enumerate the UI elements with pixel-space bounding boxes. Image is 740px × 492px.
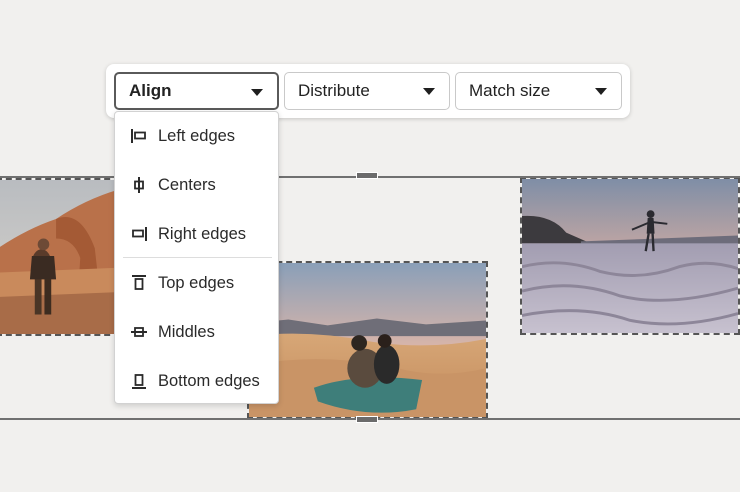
canvas: Align Distribute Match size Left edges C… xyxy=(0,0,740,492)
chevron-down-icon xyxy=(595,88,607,95)
menu-item-label: Bottom edges xyxy=(158,371,260,390)
align-middles-icon xyxy=(130,323,148,341)
menu-item-top-edges[interactable]: Top edges xyxy=(115,261,278,305)
align-dropdown-label: Align xyxy=(129,81,172,100)
resize-handle-bottom[interactable] xyxy=(356,416,378,423)
match-size-dropdown[interactable]: Match size xyxy=(455,72,622,110)
menu-item-middles[interactable]: Middles xyxy=(115,310,278,354)
menu-item-label: Middles xyxy=(158,322,215,341)
menu-item-centers[interactable]: Centers xyxy=(115,163,278,207)
arrange-toolbar: Align Distribute Match size xyxy=(106,64,630,118)
align-bottom-edges-icon xyxy=(130,372,148,390)
align-centers-icon xyxy=(130,176,148,194)
align-top-edges-icon xyxy=(130,274,148,292)
menu-item-right-edges[interactable]: Right edges xyxy=(115,212,278,256)
distribute-dropdown-label: Distribute xyxy=(298,81,370,100)
chevron-down-icon xyxy=(251,89,263,96)
chevron-down-icon xyxy=(423,88,435,95)
align-menu: Left edges Centers Right edges Top edges xyxy=(114,111,279,404)
menu-item-label: Centers xyxy=(158,175,216,194)
align-dropdown[interactable]: Align xyxy=(114,72,279,110)
menu-item-label: Right edges xyxy=(158,224,247,243)
menu-item-bottom-edges[interactable]: Bottom edges xyxy=(115,359,278,403)
resize-handle-top[interactable] xyxy=(356,172,378,179)
align-left-edges-icon xyxy=(130,127,148,145)
align-right-edges-icon xyxy=(130,225,148,243)
menu-item-label: Top edges xyxy=(158,273,235,292)
menu-divider xyxy=(123,257,272,258)
menu-item-label: Left edges xyxy=(158,126,236,145)
match-size-dropdown-label: Match size xyxy=(469,81,551,100)
distribute-dropdown[interactable]: Distribute xyxy=(284,72,450,110)
selection-bounding-box xyxy=(0,176,740,420)
menu-item-left-edges[interactable]: Left edges xyxy=(115,114,278,158)
